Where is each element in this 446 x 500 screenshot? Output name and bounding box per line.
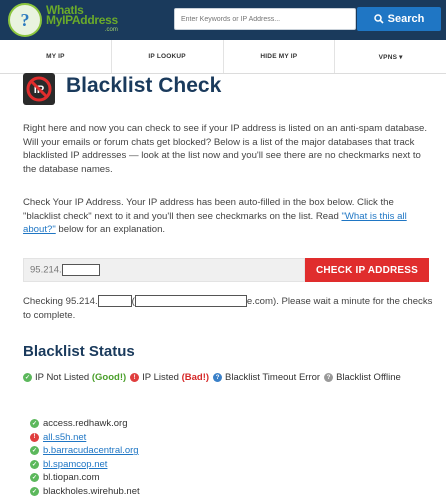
- checking-text: Checking 95.214.(e.com). Please wait a m…: [23, 295, 433, 322]
- legend-listed: ! IP Listed (Bad!): [130, 372, 209, 383]
- list-item: ✓ bl.spamcop.net: [30, 458, 140, 472]
- nav-hide-my-ip[interactable]: HIDE MY IP: [224, 40, 336, 73]
- check-icon: ✓: [23, 373, 32, 382]
- list-item: ✓ b.barracudacentral.org: [30, 444, 140, 458]
- blacklist-list: ✓ access.redhawk.org ! all.s5h.net ✓ b.barr…: [30, 417, 140, 498]
- search-icon: [373, 14, 384, 24]
- blacklist-name: blackholes.wirehub.net: [43, 485, 140, 497]
- ip-address-input[interactable]: 95.214.: [23, 258, 305, 282]
- check-icon: ✓: [30, 419, 39, 429]
- legend-listed-label: IP Listed: [142, 372, 179, 383]
- main-nav: MY IP IP LOOKUP HIDE MY IP VPNS ▾: [0, 40, 446, 74]
- redacted-block: [61, 264, 100, 276]
- instructions-post: below for an explanation.: [55, 224, 166, 236]
- ip-value: 95.214.: [30, 264, 62, 276]
- search-input[interactable]: [174, 8, 356, 30]
- blacklist-icon: IP: [23, 73, 55, 105]
- legend-good: (Good!): [91, 372, 127, 383]
- instructions-pre: Check Your IP Address. Your IP address h…: [23, 197, 394, 222]
- logo-icon: ?: [8, 3, 42, 37]
- check-icon: ✓: [30, 486, 39, 496]
- legend-bad: (Bad!): [181, 372, 210, 383]
- blacklist-status-heading: Blacklist Status: [23, 343, 135, 360]
- check-icon: ✓: [30, 459, 39, 469]
- redacted-block: [97, 295, 132, 308]
- legend-offline-label: Blacklist Offline: [336, 372, 401, 383]
- list-item: ✓ bl.tiopan.com: [30, 471, 140, 485]
- logo-text: WhatIs MyIPAddress .com: [46, 4, 118, 35]
- check-icon: ✓: [30, 473, 39, 483]
- legend-timeout: ? Blacklist Timeout Error: [213, 372, 320, 383]
- alert-icon: !: [30, 432, 39, 442]
- instructions-text: Check Your IP Address. Your IP address h…: [23, 196, 433, 237]
- legend-offline: ? Blacklist Offline: [324, 372, 401, 383]
- nav-ip-lookup[interactable]: IP LOOKUP: [112, 40, 224, 73]
- timeout-icon: ?: [213, 373, 223, 382]
- ip-check-row: 95.214. CHECK IP ADDRESS: [23, 258, 429, 282]
- redacted-block: [134, 295, 247, 308]
- list-item: ! all.s5h.net: [30, 431, 140, 445]
- blacklist-link[interactable]: b.barracudacentral.org: [43, 445, 139, 456]
- check-ip-button[interactable]: CHECK IP ADDRESS: [305, 258, 429, 282]
- site-logo[interactable]: ? WhatIs MyIPAddress .com: [8, 3, 118, 37]
- checking-pre: Checking 95.214.: [23, 296, 98, 307]
- blacklist-name: bl.tiopan.com: [43, 472, 100, 484]
- legend-timeout-label: Blacklist Timeout Error: [225, 372, 321, 383]
- blacklist-link[interactable]: all.s5h.net: [43, 432, 86, 443]
- logo-line-2: MyIPAddress: [46, 13, 118, 27]
- check-icon: ✓: [30, 446, 39, 456]
- list-item: ✓ blackholes.wirehub.net: [30, 485, 140, 499]
- blacklist-link[interactable]: bl.spamcop.net: [43, 459, 107, 470]
- search-button[interactable]: Search: [357, 7, 441, 31]
- list-item: ✓ access.redhawk.org: [30, 417, 140, 431]
- legend-not-listed-label: IP Not Listed: [35, 372, 90, 383]
- nav-my-ip[interactable]: MY IP: [0, 40, 112, 73]
- intro-text: Right here and now you can check to see …: [23, 123, 428, 175]
- legend-not-listed: ✓ IP Not Listed (Good!): [23, 372, 126, 383]
- offline-icon: ?: [324, 373, 334, 382]
- status-legend: ✓ IP Not Listed (Good!) ! IP Listed (Bad…: [23, 372, 405, 383]
- blacklist-name: access.redhawk.org: [43, 418, 128, 430]
- nav-vpns[interactable]: VPNS ▾: [335, 40, 446, 73]
- site-header: ? WhatIs MyIPAddress .com Search: [0, 0, 446, 40]
- page-title: Blacklist Check: [66, 74, 222, 97]
- search-button-label: Search: [387, 13, 425, 25]
- alert-icon: !: [130, 373, 140, 382]
